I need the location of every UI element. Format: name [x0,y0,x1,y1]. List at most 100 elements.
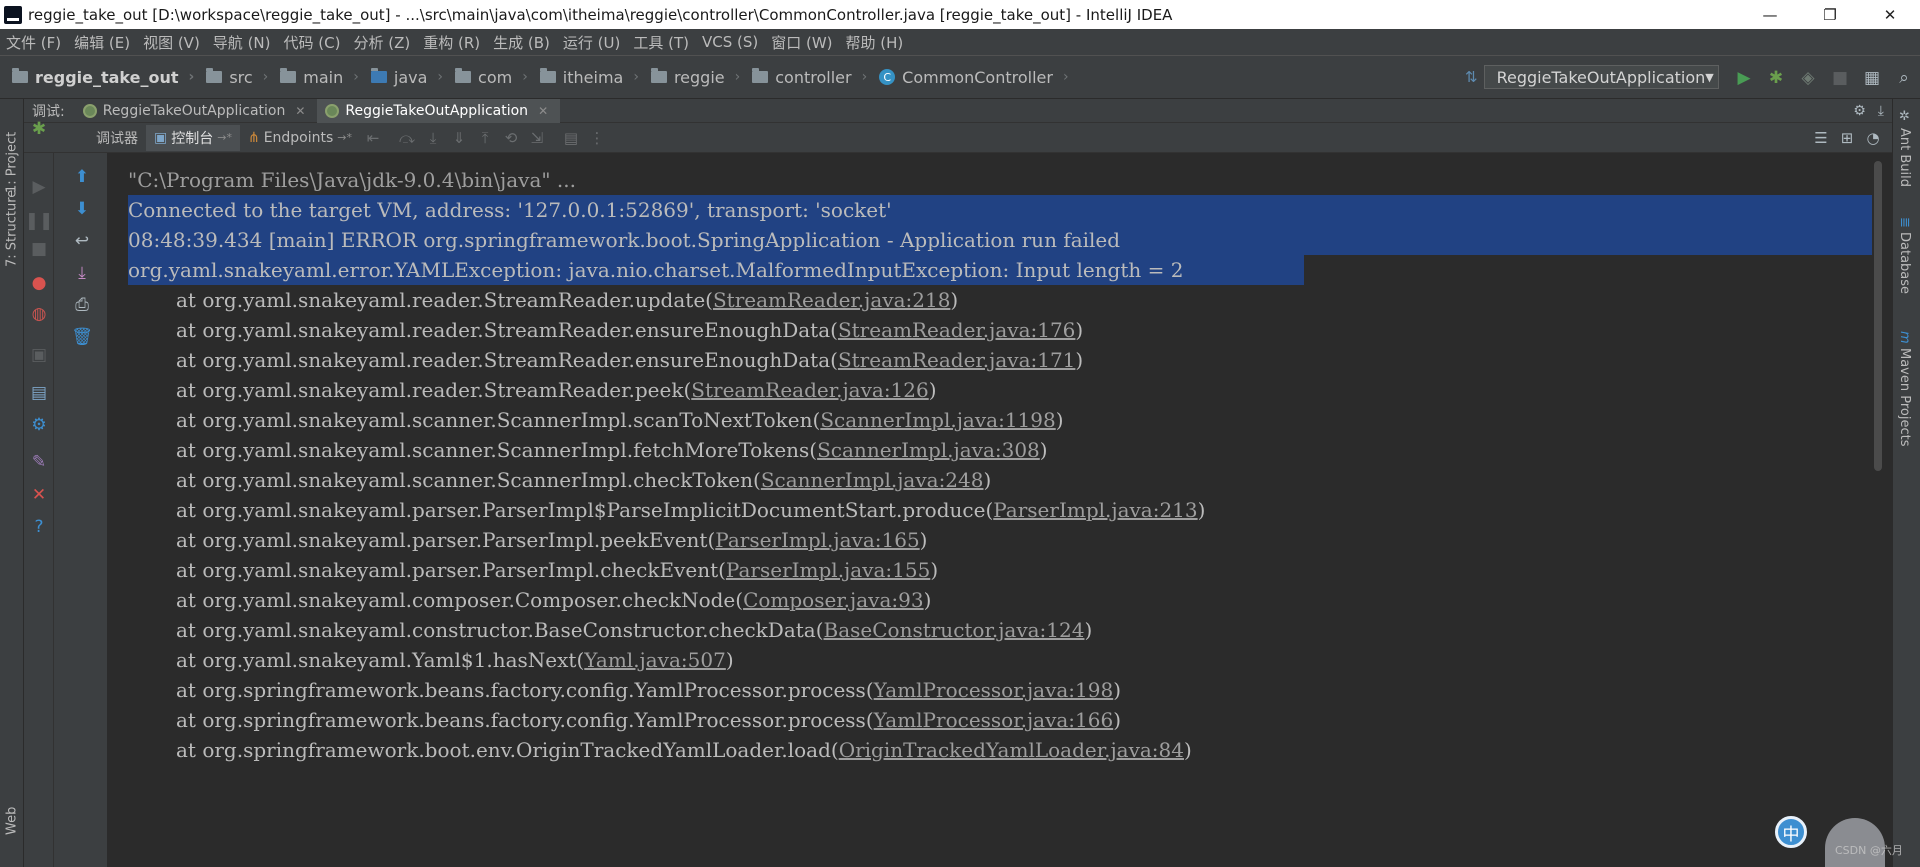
stack-trace-link[interactable]: YamlProcessor.java:198 [874,678,1114,702]
stack-trace-link[interactable]: ScannerImpl.java:248 [761,468,984,492]
arrow-down-icon[interactable]: ⬇ [69,197,95,221]
close-icon[interactable]: ✕ [26,483,52,507]
restore-layout-icon[interactable]: ▤ [26,381,52,405]
evaluate-icon[interactable]: ▤ [558,125,584,151]
stack-trace-link[interactable]: Yaml.java:507 [584,648,726,672]
tool-tab-database[interactable]: ≣ Database [1897,217,1912,307]
chevron-right-icon: › [1062,69,1069,85]
breadcrumb-com[interactable]: com › [455,68,528,87]
menu-refactor[interactable]: 重构 (R) [423,32,480,53]
stack-trace-link[interactable]: StreamReader.java:171 [838,348,1075,372]
force-step-into-icon[interactable]: ⇓ [446,125,472,151]
menu-window[interactable]: 窗口 (W) [771,32,832,53]
close-button[interactable]: ✕ [1860,0,1920,29]
close-icon[interactable]: ✕ [295,104,305,118]
step-out-icon[interactable]: ⤒ [472,125,498,151]
run-to-cursor-icon[interactable]: ⇲ [524,125,550,151]
soft-wrap-icon[interactable]: ↩ [69,229,95,253]
stop-icon[interactable]: ■ [26,237,52,261]
drop-frame-icon[interactable]: ⟲ [498,125,524,151]
console-output[interactable]: "C:\Program Files\Java\jdk-9.0.4\bin\jav… [108,153,1884,867]
folder-icon [206,68,223,83]
search-icon[interactable]: ⌕ [1888,56,1920,100]
stack-trace-link[interactable]: ScannerImpl.java:308 [817,438,1040,462]
tab-endpoints[interactable]: ⋔ Endpoints →* [240,125,360,151]
project-structure-icon[interactable]: ▦ [1856,56,1888,100]
run-icon[interactable]: ▶ [1728,56,1760,100]
menu-code[interactable]: 代码 (C) [284,32,341,53]
stack-trace-link[interactable]: StreamReader.java:126 [691,378,928,402]
show-execution-point-icon[interactable]: ⇤ [360,125,386,151]
hide-icon[interactable]: ⤓ [1878,103,1884,119]
stack-trace-link[interactable]: StreamReader.java:176 [838,318,1075,342]
ime-indicator[interactable]: 中 [1775,816,1807,848]
minimize-button[interactable]: — [1740,0,1800,29]
breadcrumb-src[interactable]: src › [206,68,268,87]
breadcrumb-itheima[interactable]: itheima › [539,68,639,87]
restore-layout-icon[interactable]: ⊞ [1834,125,1860,151]
menu-file[interactable]: 文件 (F) [6,32,61,53]
stack-trace-link[interactable]: StreamReader.java:218 [713,288,950,312]
stack-trace-link[interactable]: ParserImpl.java:155 [726,558,930,582]
stop-icon[interactable]: ■ [1824,56,1856,100]
layout-icon[interactable]: ☰ [1808,125,1834,151]
console-scrollbar[interactable] [1872,153,1884,867]
clear-all-icon[interactable]: 🗑 [69,325,95,349]
stack-trace-link[interactable]: ParserImpl.java:165 [715,528,919,552]
breadcrumb-main[interactable]: main › [280,68,359,87]
mute-breakpoints-icon[interactable]: ◍ [26,302,52,326]
stack-trace-link[interactable]: YamlProcessor.java:166 [874,708,1114,732]
pause-icon[interactable]: ❚❚ [25,209,54,233]
print-icon[interactable]: ⎙ [69,293,95,317]
menu-navigate[interactable]: 导航 (N) [213,32,271,53]
breadcrumb-project[interactable]: reggie_take_out › [12,68,194,87]
stack-trace-link[interactable]: OriginTrackedYamlLoader.java:84 [839,738,1184,762]
tool-tab-structure[interactable]: 7: Structure [2,177,22,267]
stack-trace-link[interactable]: Composer.java:93 [743,588,924,612]
tool-tab-web[interactable]: Web [2,789,22,835]
breadcrumb-controller[interactable]: controller › [752,68,867,87]
scrollbar-thumb[interactable] [1874,161,1882,471]
close-icon[interactable]: ✕ [538,104,548,118]
menu-vcs[interactable]: VCS (S) [702,33,758,51]
build-arrows-icon[interactable]: ⇅ [1465,68,1478,86]
step-over-icon[interactable]: ⤼ [394,125,420,151]
menu-view[interactable]: 视图 (V) [143,32,200,53]
stack-trace-link[interactable]: ScannerImpl.java:1198 [820,408,1055,432]
menu-help[interactable]: 帮助 (H) [846,32,904,53]
resume-icon[interactable]: ▶ [26,175,52,199]
scroll-to-end-icon[interactable]: ⤓ [69,261,95,285]
debug-session-tab[interactable]: ReggieTakeOutApplication ✕ [75,99,318,123]
tab-debugger[interactable]: 调试器 [88,125,146,151]
get-thread-dump-icon[interactable]: ▣ [26,343,52,367]
settings-icon[interactable]: ⚙ [26,413,52,437]
stack-trace-link[interactable]: BaseConstructor.java:124 [824,618,1085,642]
gear-icon[interactable]: ⚙ [1853,103,1866,119]
debug-icon[interactable]: ✱ [1760,56,1792,100]
menu-edit[interactable]: 编辑 (E) [74,32,130,53]
coverage-icon[interactable]: ◈ [1792,56,1824,100]
run-config-select[interactable]: ReggieTakeOutApplication ▼ [1483,65,1719,89]
tool-tab-ant-build[interactable]: ✲ Ant Build [1897,109,1912,189]
menu-run[interactable]: 运行 (U) [563,32,620,53]
help-icon[interactable]: ? [26,515,52,539]
stack-trace-link[interactable]: ParserImpl.java:213 [993,498,1197,522]
trace-icon[interactable]: ⋮ [584,125,610,151]
pin-tab-icon[interactable]: ✎ [26,450,52,474]
tab-console[interactable]: ▣ 控制台 →* [146,124,240,151]
step-into-icon[interactable]: ⤓ [420,125,446,151]
arrow-up-icon[interactable]: ⬆ [69,165,95,189]
breadcrumb-file[interactable]: C CommonController › [879,67,1069,87]
console-line: at org.springframework.beans.factory.con… [176,675,1121,705]
breadcrumb-java[interactable]: java › [370,68,443,87]
breadcrumb-label: CommonController [902,67,1053,87]
performance-icon[interactable]: ◔ [1860,125,1886,151]
menu-analyze[interactable]: 分析 (Z) [353,32,410,53]
menu-build[interactable]: 生成 (B) [493,32,550,53]
menu-tools[interactable]: 工具 (T) [633,32,689,53]
view-breakpoints-icon[interactable]: ● [26,271,52,295]
breadcrumb-reggie[interactable]: reggie › [650,68,740,87]
tool-tab-maven[interactable]: m Maven Projects [1897,331,1912,461]
maximize-button[interactable]: ❐ [1800,0,1860,29]
debug-session-tab-active[interactable]: ReggieTakeOutApplication ✕ [317,98,561,123]
